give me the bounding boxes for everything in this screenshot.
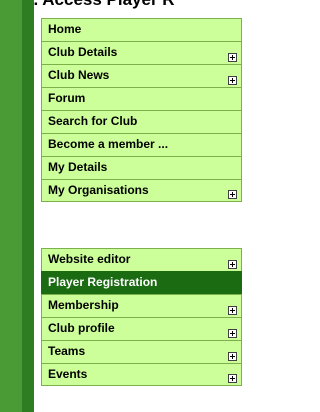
menu-item-label: Website editor (48, 252, 131, 266)
primary-nav-menu: Home Club Details Club News Forum Search… (41, 18, 242, 202)
admin-nav-menu: Website editor Player Registration Membe… (41, 248, 242, 386)
menu-item-label: Home (48, 22, 82, 36)
expand-plus-icon[interactable] (228, 53, 237, 62)
menu-item-website-editor[interactable]: Website editor (41, 248, 242, 271)
menu-item-label: Club profile (48, 321, 115, 335)
page-heading: 1. Access Player R (24, 0, 175, 9)
menu-item-membership[interactable]: Membership (41, 294, 242, 317)
menu-item-label: Forum (48, 91, 86, 105)
menu-item-home[interactable]: Home (41, 18, 242, 41)
menu-item-label: Become a member ... (48, 137, 169, 151)
menu-item-club-details[interactable]: Club Details (41, 41, 242, 64)
expand-plus-icon[interactable] (228, 329, 237, 338)
menu-item-my-organisations[interactable]: My Organisations (41, 179, 242, 202)
menu-item-label: Club Details (48, 45, 118, 59)
expand-plus-icon[interactable] (228, 190, 237, 199)
menu-item-label: Events (48, 367, 88, 381)
menu-item-player-registration[interactable]: Player Registration (41, 271, 242, 294)
menu-item-label: Search for Club (48, 114, 138, 128)
menu-item-search-for-club[interactable]: Search for Club (41, 110, 242, 133)
menu-item-label: My Organisations (48, 183, 149, 197)
menu-item-club-news[interactable]: Club News (41, 64, 242, 87)
sidebar-stripe-light (0, 0, 22, 412)
menu-item-become-a-member[interactable]: Become a member ... (41, 133, 242, 156)
expand-plus-icon[interactable] (228, 76, 237, 85)
menu-item-label: Player Registration (48, 275, 158, 289)
menu-item-label: Club News (48, 68, 110, 82)
menu-item-club-profile[interactable]: Club profile (41, 317, 242, 340)
menu-item-forum[interactable]: Forum (41, 87, 242, 110)
expand-plus-icon[interactable] (228, 352, 237, 361)
expand-plus-icon[interactable] (228, 306, 237, 315)
menu-item-teams[interactable]: Teams (41, 340, 242, 363)
menu-item-label: Membership (48, 298, 119, 312)
expand-plus-icon[interactable] (228, 374, 237, 383)
menu-item-my-details[interactable]: My Details (41, 156, 242, 179)
sidebar-stripe-dark (22, 0, 34, 412)
menu-item-label: My Details (48, 160, 108, 174)
expand-plus-icon[interactable] (228, 260, 237, 269)
menu-item-label: Teams (48, 344, 86, 358)
menu-item-events[interactable]: Events (41, 363, 242, 386)
